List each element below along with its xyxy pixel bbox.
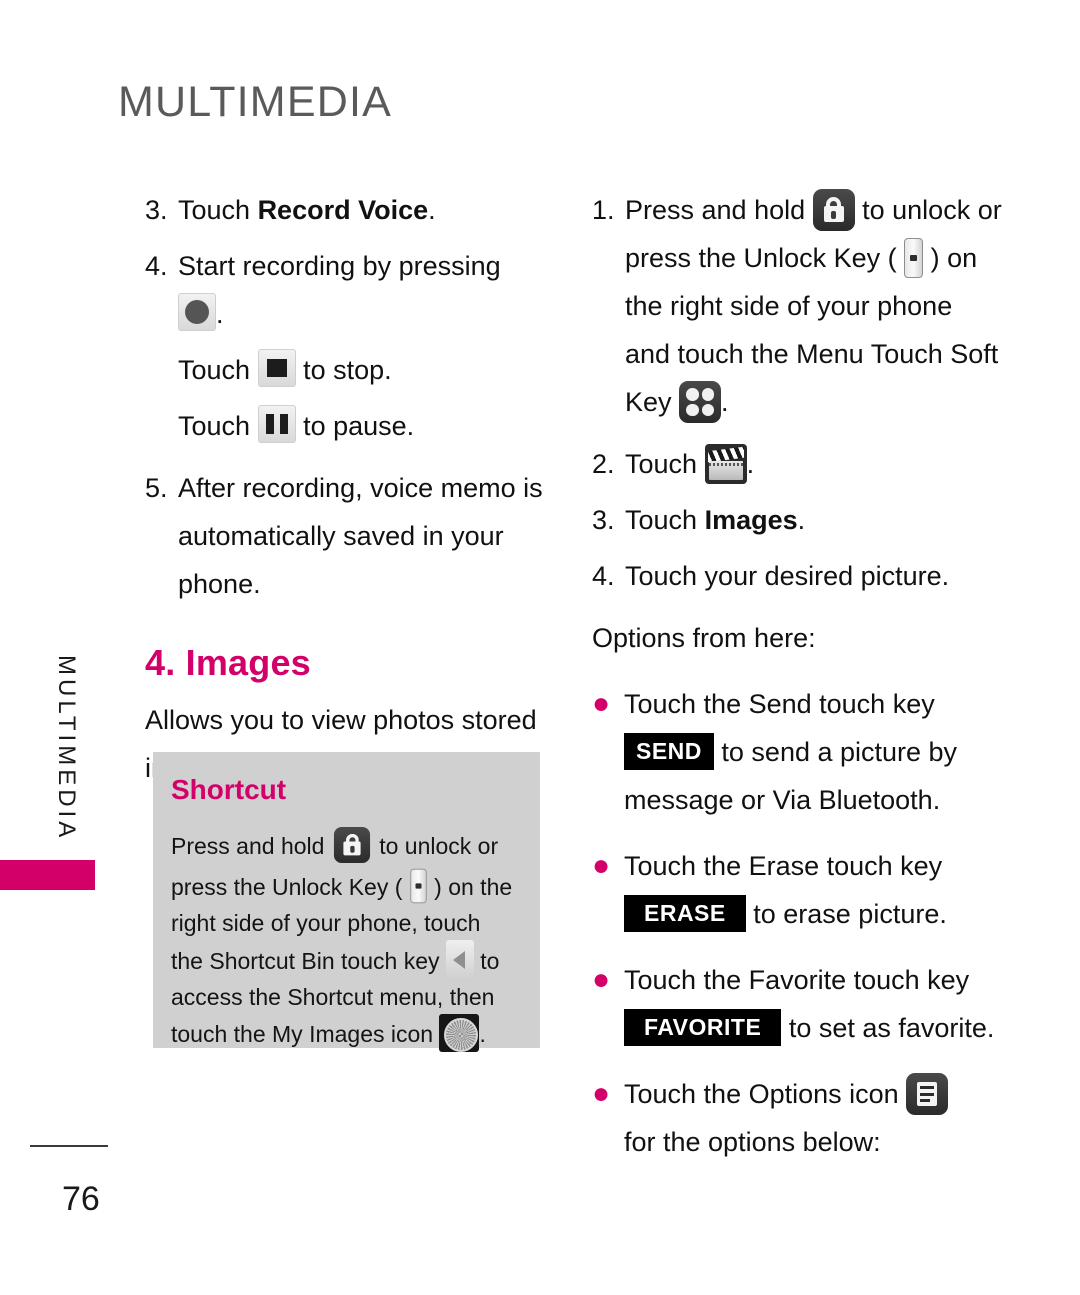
shortcut-body: Press and hold to unlock or press the Un… [171, 824, 518, 1052]
left-step-3-text-before: Touch [178, 195, 258, 225]
left-step-4-stop-line: Touch to stop. [178, 346, 555, 394]
right-step-4-text: Touch your desired picture. [625, 561, 950, 591]
right-step-4-number: 4. [592, 561, 615, 591]
footer-divider [30, 1145, 108, 1147]
pause-label-after: to pause. [295, 411, 415, 441]
bullet-erase-after: to erase picture. [745, 899, 947, 929]
left-step-5-number: 5. [145, 473, 168, 503]
right-step-2-number: 2. [592, 449, 615, 479]
right-step-3-body: Touch Images. [625, 496, 1002, 544]
list-item: ● Touch the Options icon for the options… [592, 1070, 1002, 1166]
options-icon[interactable] [906, 1073, 949, 1115]
right-step-1-body: Press and hold to unlock or press the Un… [625, 186, 1002, 426]
shortcut-callout-box: Shortcut Press and hold to unlock or pre… [153, 752, 540, 1052]
left-step-3-number: 3. [145, 195, 168, 225]
left-step-4-number: 4. [145, 251, 168, 281]
right-step-2-text-after: . [746, 449, 755, 479]
bullet-erase-body: Touch the Erase touch key ERASE to erase … [624, 842, 1002, 938]
bullet-dot-icon: ● [592, 963, 611, 996]
left-step-3-body: Touch Record Voice. [178, 186, 555, 234]
page-title: MULTIMEDIA [118, 78, 392, 126]
left-step-5-text: After recording, voice memo is automatic… [178, 473, 543, 599]
left-step-3-bold: Record Voice [257, 195, 429, 225]
page-number: 76 [62, 1180, 100, 1218]
right-step-3-text-before: Touch [625, 505, 705, 535]
stop-label-after: to stop. [295, 355, 392, 385]
section-heading-images: 4. Images [145, 642, 311, 683]
bullet-dot-icon: ● [592, 849, 611, 882]
bullet-favorite-before: Touch the Favorite touch key [624, 965, 970, 995]
right-step-1-text-4: . [721, 387, 729, 417]
left-step-4-record-suffix: . [216, 299, 224, 329]
record-icon[interactable] [178, 293, 216, 331]
list-item: ● Touch the Send touch key SEND to send a… [592, 680, 1002, 824]
options-intro: Options from here: [592, 623, 816, 653]
side-chapter-label: MULTIMEDIA [53, 655, 80, 842]
multimedia-clapperboard-icon[interactable] [704, 444, 747, 484]
shortcut-text-5: . [479, 1021, 486, 1047]
bullet-send-before: Touch the Send touch key [624, 689, 935, 719]
bullet-options-before: Touch the Options icon [624, 1079, 907, 1109]
bullet-send-body: Touch the Send touch key SEND to send a p… [624, 680, 1002, 824]
shortcut-text-1: Press and hold [171, 833, 331, 859]
left-step-4-record-line: . [178, 290, 555, 338]
right-step-3: 3. Touch Images. [592, 496, 1002, 544]
bullet-options-after: for the options below: [624, 1127, 881, 1157]
my-images-icon[interactable] [439, 1014, 480, 1052]
right-step-3-bold: Images [704, 505, 798, 535]
favorite-key-chip[interactable]: FAVORITE [624, 1009, 782, 1046]
right-step-2: 2. Touch . [592, 440, 1002, 488]
shortcut-title: Shortcut [171, 774, 287, 805]
right-step-4: 4. Touch your desired picture. [592, 552, 1002, 600]
side-chapter-tab: MULTIMEDIA [0, 655, 95, 890]
right-step-1-text-1: Press and hold [625, 195, 813, 225]
left-step-3: 3. Touch Record Voice. [145, 186, 555, 234]
bullet-favorite-after: to set as favorite. [781, 1013, 995, 1043]
list-item: ● Touch the Favorite touch key FAVORITE t… [592, 956, 1002, 1052]
left-step-4-body: Start recording by pressing . Touch to s… [178, 242, 555, 450]
left-step-4: 4. Start recording by pressing . Touch t… [145, 242, 555, 450]
bullet-erase-before: Touch the Erase touch key [624, 851, 943, 881]
menu-touch-soft-key-icon[interactable] [679, 381, 722, 423]
right-step-2-body: Touch . [625, 440, 1002, 488]
bullet-favorite-body: Touch the Favorite touch key FAVORITE to … [624, 956, 1002, 1052]
left-step-4-pause-line: Touch to pause. [178, 402, 555, 450]
bullet-options-body: Touch the Options icon for the options b… [624, 1070, 1002, 1166]
erase-key-chip[interactable]: ERASE [624, 895, 746, 932]
lock-icon[interactable] [812, 189, 855, 231]
right-column: 1. Press and hold to unlock or press the… [592, 186, 1002, 1166]
bullet-dot-icon: ● [592, 1077, 611, 1110]
unlock-key-icon[interactable] [904, 238, 924, 278]
stop-icon[interactable] [257, 349, 296, 387]
right-step-2-text-before: Touch [625, 449, 705, 479]
left-step-3-text-after: . [428, 195, 436, 225]
pause-label-before: Touch [178, 411, 258, 441]
left-step-5: 5. After recording, voice memo is automa… [145, 464, 555, 608]
pause-icon[interactable] [257, 405, 296, 443]
stop-label-before: Touch [178, 355, 258, 385]
right-step-3-text-after: . [797, 505, 806, 535]
lock-icon[interactable] [333, 826, 370, 864]
right-step-3-number: 3. [592, 505, 615, 535]
right-step-1-number: 1. [592, 195, 615, 225]
left-step-4-text: Start recording by pressing [178, 251, 501, 281]
right-step-1: 1. Press and hold to unlock or press the… [592, 186, 1002, 426]
unlock-key-icon[interactable] [410, 868, 427, 904]
side-chapter-accent-bar [0, 860, 95, 890]
list-item: ● Touch the Erase touch key ERASE to eras… [592, 842, 1002, 938]
send-key-chip[interactable]: SEND [624, 733, 714, 770]
shortcut-bin-key-icon[interactable] [445, 940, 474, 980]
bullet-dot-icon: ● [592, 687, 611, 720]
left-column: 3. Touch Record Voice. 4. Start recordin… [145, 186, 555, 792]
